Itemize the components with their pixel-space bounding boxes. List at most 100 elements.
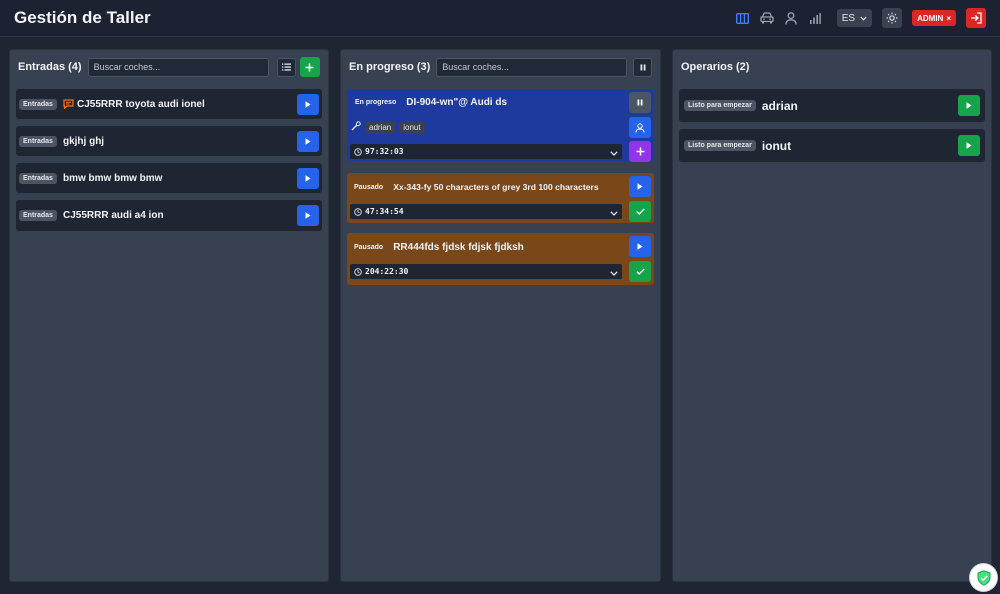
pause-button[interactable] [629, 92, 651, 113]
user-icon[interactable] [779, 8, 803, 28]
pause-all-button[interactable] [633, 57, 652, 77]
entradas-header: Entradas (4) [10, 50, 328, 84]
timer-value: 204:22:30 [365, 267, 409, 276]
status-badge: Pausado [354, 243, 384, 251]
logout-icon [971, 12, 982, 24]
operario-card[interactable]: Listo para empezar ionut [679, 129, 985, 162]
status-badge: Listo para empezar [684, 140, 756, 151]
list-view-button[interactable] [277, 57, 296, 77]
top-bar: Gestión de Taller ES ADMIN × [0, 0, 1000, 37]
timer-value: 47:34:54 [365, 207, 404, 216]
play-icon [966, 142, 972, 149]
worker-chip: adrian [365, 120, 396, 134]
check-icon [635, 208, 645, 215]
operario-card[interactable]: Listo para empezar adrian [679, 89, 985, 122]
car-title: bmw bmw bmw bmw [62, 172, 163, 184]
car-title: CJ55RRR toyota audi ionel [76, 98, 205, 110]
shield-icon [977, 569, 990, 586]
message-icon[interactable] [63, 99, 74, 109]
car-card[interactable]: Entradas gkjhj ghj [16, 126, 322, 156]
close-icon[interactable]: × [946, 14, 951, 23]
timer-dropdown[interactable]: 204:22:30 [350, 264, 622, 279]
plus-icon [636, 147, 644, 156]
start-work-button[interactable] [958, 135, 980, 156]
play-icon [305, 100, 311, 108]
play-icon [637, 243, 643, 250]
operarios-column: Operarios (2) Listo para empezar adrian … [672, 49, 992, 582]
start-work-button[interactable] [958, 95, 980, 116]
start-button[interactable] [297, 93, 319, 115]
start-button[interactable] [297, 205, 319, 226]
assign-worker-button[interactable] [629, 117, 651, 138]
status-badge: Entradas [19, 172, 57, 184]
entradas-title: Entradas (4) [18, 61, 82, 73]
operarios-title: Operarios (2) [681, 61, 750, 73]
status-badge: Entradas [19, 98, 57, 110]
job-title: RR444fds fjdsk fdjsk fjdksh [393, 241, 524, 253]
resume-button[interactable] [629, 236, 651, 257]
check-icon [635, 268, 645, 275]
admin-label: ADMIN [917, 13, 944, 23]
job-header: Pausado Xx-343-fy 50 characters of grey … [351, 180, 599, 194]
en-progreso-header: En progreso (3) [341, 50, 660, 84]
complete-button[interactable] [629, 201, 651, 222]
car-icon[interactable] [755, 8, 779, 28]
play-icon [305, 174, 311, 182]
start-button[interactable] [297, 167, 319, 189]
language-value: ES [841, 12, 856, 24]
top-actions: ES ADMIN × [731, 8, 986, 28]
admin-badge[interactable]: ADMIN × [912, 10, 956, 26]
car-card[interactable]: Entradas CJ55RRR audi a4 ion [16, 200, 322, 231]
pause-icon [637, 99, 643, 106]
theme-toggle-button[interactable] [882, 8, 903, 28]
job-card[interactable]: En progreso DI-904-wn"@ Audi ds adrian i… [347, 89, 654, 162]
car-title: CJ55RRR audi a4 ion [62, 210, 164, 221]
app-title: Gestión de Taller [14, 8, 151, 27]
play-icon [637, 183, 643, 190]
worker-chip: ionut [399, 120, 425, 134]
language-select[interactable]: ES [836, 9, 873, 27]
operarios-header: Operarios (2) [673, 50, 991, 84]
status-badge: Pausado [354, 183, 384, 191]
add-car-button[interactable] [299, 57, 320, 77]
entradas-search-input[interactable] [87, 57, 269, 77]
en-progreso-search-input[interactable] [436, 57, 628, 77]
sun-icon [886, 12, 898, 24]
operario-name: adrian [761, 98, 798, 113]
job-header: En progreso DI-904-wn"@ Audi ds [351, 95, 507, 109]
clock-icon [354, 267, 362, 276]
job-card[interactable]: Pausado Xx-343-fy 50 characters of grey … [347, 173, 654, 223]
list-icon [281, 63, 291, 71]
add-task-button[interactable] [629, 141, 651, 162]
job-title: Xx-343-fy 50 characters of grey 3rd 100 … [393, 182, 599, 192]
job-card[interactable]: Pausado RR444fds fjdsk fdjsk fjdksh 204:… [347, 233, 654, 285]
entradas-column: Entradas (4) Entradas CJ55RRR toyota aud… [9, 49, 329, 582]
play-icon [966, 102, 972, 109]
play-icon [305, 137, 311, 145]
chevron-down-icon [610, 263, 618, 281]
timer-value: 97:32:03 [365, 147, 404, 156]
complete-button[interactable] [629, 261, 651, 282]
status-badge: Entradas [19, 135, 57, 147]
start-button[interactable] [297, 130, 319, 152]
security-shield-button[interactable] [970, 564, 997, 591]
user-icon [635, 122, 645, 133]
board-icon[interactable] [731, 8, 755, 28]
timer-dropdown[interactable]: 97:32:03 [350, 144, 622, 159]
car-card[interactable]: Entradas bmw bmw bmw bmw [16, 163, 322, 193]
pause-icon [640, 64, 646, 70]
chevron-down-icon [610, 203, 618, 221]
chevron-down-icon [860, 13, 867, 24]
en-progreso-column: En progreso (3) En progreso DI-904-wn"@ … [340, 49, 661, 582]
job-header: Pausado RR444fds fjdsk fdjsk fjdksh [351, 240, 524, 254]
logout-button[interactable] [966, 8, 986, 28]
resume-button[interactable] [629, 176, 651, 197]
chevron-down-icon [610, 143, 618, 161]
wrench-icon [351, 118, 361, 136]
status-badge: Entradas [19, 210, 57, 221]
bar-chart-icon[interactable] [803, 8, 827, 28]
timer-dropdown[interactable]: 47:34:54 [350, 204, 622, 219]
status-badge: Listo para empezar [684, 100, 756, 111]
car-card[interactable]: Entradas CJ55RRR toyota audi ionel [16, 89, 322, 119]
play-icon [305, 212, 311, 219]
